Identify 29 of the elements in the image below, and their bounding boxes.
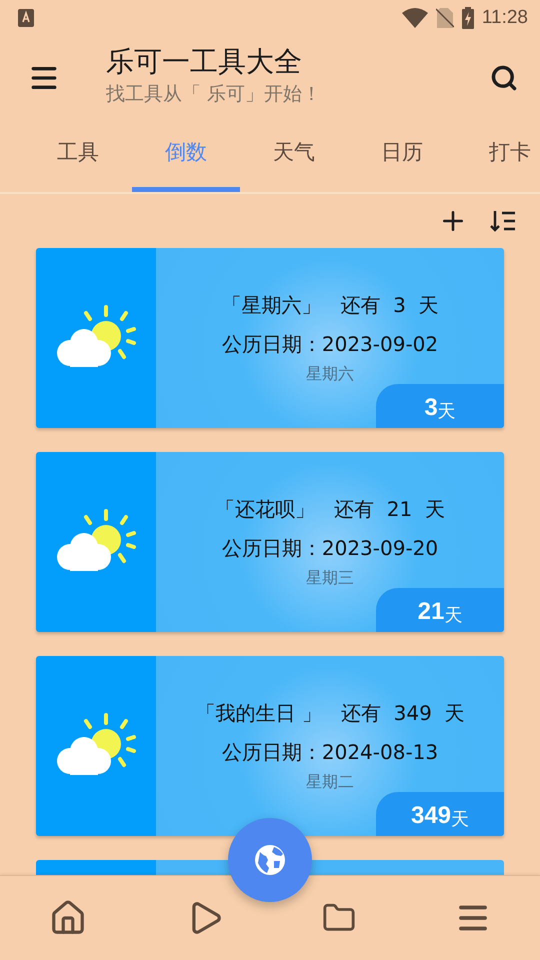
days-unit: 天	[438, 400, 456, 423]
tab[interactable]: 日历	[348, 120, 456, 192]
status-time: 11:28	[482, 7, 528, 29]
tab[interactable]: 天气	[240, 120, 348, 192]
date-text: 公历日期：2024-08-13	[222, 739, 438, 766]
event-line: 「还花呗」 还有 21 天	[215, 496, 445, 523]
wifi-icon	[402, 8, 428, 28]
weekday-text: 星期六	[306, 364, 354, 385]
sort-icon	[490, 208, 516, 234]
no-sim-icon	[436, 8, 454, 28]
days-number: 21	[418, 598, 444, 626]
event-line: 「我的生日 」 还有 349 天	[195, 700, 465, 727]
tab[interactable]: 打卡	[456, 120, 540, 192]
globe-icon	[254, 844, 286, 876]
app-subtitle: 找工具从「 乐可」开始！	[106, 82, 322, 107]
date-text: 公历日期：2023-09-02	[222, 331, 438, 358]
search-icon	[490, 64, 518, 92]
event-line: 「星期六」 还有 3 天	[221, 292, 439, 319]
date-text: 公历日期：2023-09-20	[222, 535, 438, 562]
days-number: 3	[424, 394, 438, 422]
weekday-text: 星期二	[306, 772, 354, 793]
days-number: 349	[410, 802, 452, 830]
days-unit: 天	[451, 808, 470, 831]
weekday-text: 星期三	[306, 568, 354, 589]
keyboard-icon	[18, 9, 34, 27]
app-title: 乐可一工具大全	[106, 44, 303, 80]
tab[interactable]: 工具	[24, 120, 132, 192]
battery-charging-icon	[462, 7, 474, 29]
days-unit: 天	[444, 604, 462, 627]
